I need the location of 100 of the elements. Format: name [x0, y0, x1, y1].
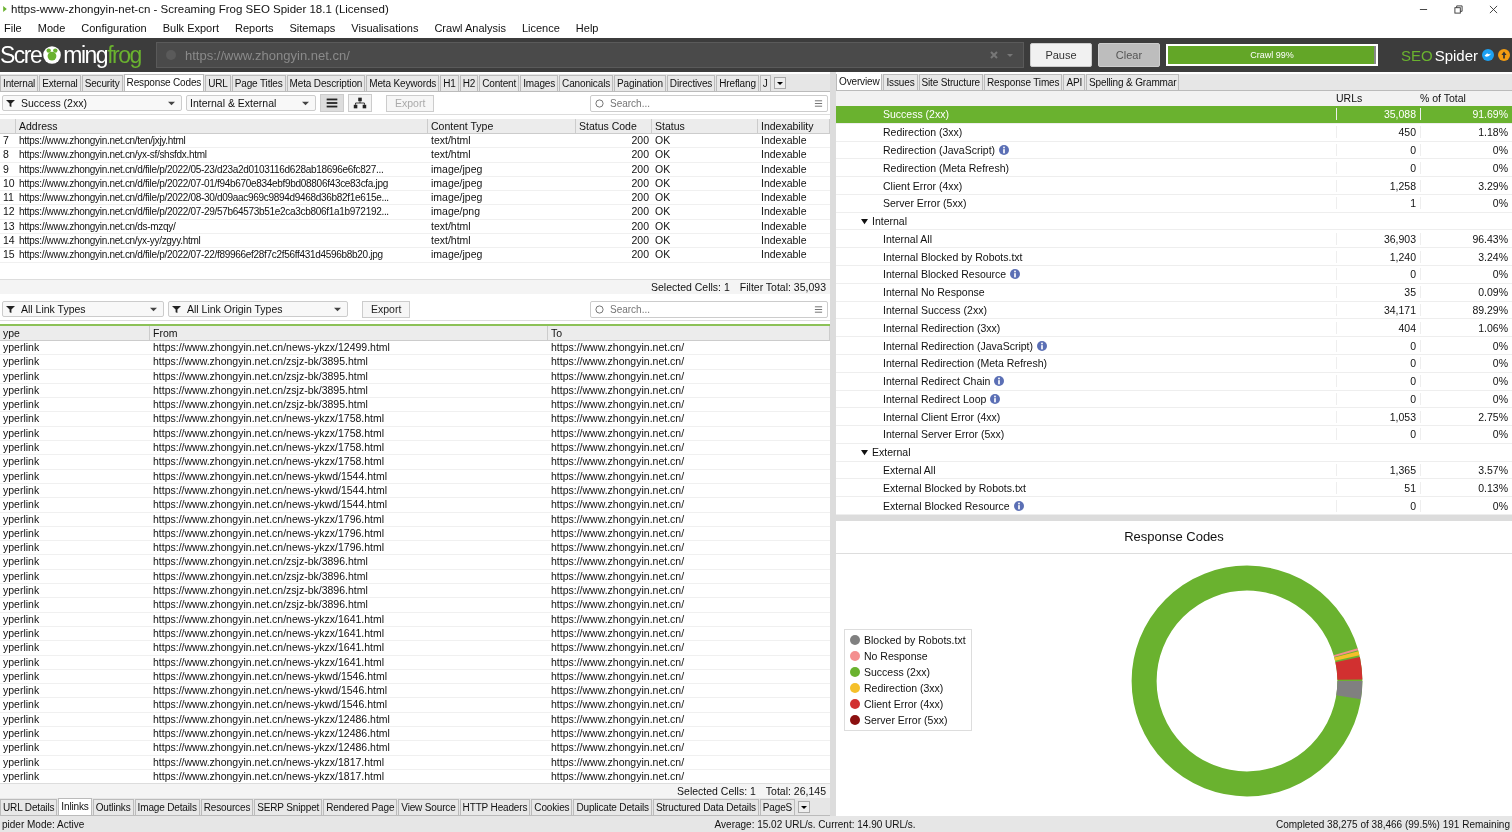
overview-label[interactable]: Internal Blocked Resource [883, 268, 1007, 281]
upload-icon[interactable] [1498, 49, 1510, 61]
overview-label[interactable]: Server Error (5xx) [883, 197, 967, 210]
column-header[interactable]: Status [652, 119, 758, 133]
overview-label[interactable]: External Blocked by Robots.txt [883, 481, 1026, 494]
column-header[interactable]: Address [16, 119, 428, 133]
column-header[interactable]: Content Type [428, 119, 576, 133]
tab[interactable]: Response Codes [123, 74, 205, 91]
menu-item[interactable]: Reports [234, 22, 274, 34]
info-icon[interactable] [990, 393, 1001, 404]
column-header[interactable]: To [548, 326, 830, 340]
overview-label[interactable]: External [872, 446, 911, 459]
tab[interactable]: HTTP Headers [459, 799, 531, 815]
filter-dropdown[interactable]: All Link Origin Types [168, 301, 348, 317]
overview-label[interactable]: Internal Redirect Loop [883, 392, 987, 405]
overview-label[interactable]: Internal Client Error (4xx) [883, 410, 1001, 423]
tab[interactable]: SERP Snippet [254, 799, 323, 815]
tab[interactable]: Site Structure [918, 74, 983, 90]
expand-icon[interactable] [861, 448, 868, 456]
overview-label[interactable]: Internal Success (2xx) [883, 304, 987, 316]
tab[interactable]: Images [520, 75, 559, 91]
overview-label[interactable]: Redirection (Meta Refresh) [883, 161, 1010, 174]
tab[interactable]: J [759, 75, 771, 91]
tab[interactable]: Pagination [614, 75, 666, 91]
tab[interactable]: External [39, 75, 81, 91]
tab[interactable]: Meta Keywords [366, 75, 440, 91]
tab[interactable]: H1 [440, 75, 459, 91]
settings-icon[interactable] [814, 98, 823, 108]
tab[interactable]: H2 [459, 75, 479, 91]
overview-label[interactable]: Redirection (JavaScript) [883, 143, 996, 156]
tab[interactable]: Inlinks [58, 798, 92, 815]
menu-item[interactable]: File [4, 22, 22, 34]
tab[interactable]: Cookies [531, 799, 573, 815]
tab[interactable]: PageS [759, 799, 796, 815]
menu-item[interactable]: Visualisations [351, 22, 419, 34]
tab[interactable]: URL Details [0, 799, 58, 815]
info-icon[interactable] [999, 144, 1010, 155]
column-header[interactable]: From [150, 326, 548, 340]
tab[interactable]: Directives [666, 75, 716, 91]
overview-label[interactable]: External Blocked Resource [883, 499, 1010, 512]
expand-icon[interactable] [861, 217, 868, 225]
tree-view-icon[interactable] [348, 94, 372, 112]
column-header[interactable]: Indexability [758, 119, 830, 133]
tab[interactable]: Image Details [134, 799, 200, 815]
overview-label[interactable]: Redirection (3xx) [883, 126, 963, 139]
overview-label[interactable]: Internal Blocked by Robots.txt [883, 250, 1023, 263]
tab[interactable]: Rendered Page [323, 799, 398, 815]
tab[interactable]: Spelling & Grammar [1086, 74, 1180, 90]
overview-label[interactable]: Internal Redirect Chain [883, 375, 991, 388]
search-field[interactable]: Search... [590, 94, 828, 112]
overview-label[interactable]: External All [883, 464, 936, 476]
info-icon[interactable] [1037, 340, 1047, 351]
menu-item[interactable]: Crawl Analysis [434, 22, 506, 34]
tab[interactable]: URL [205, 75, 231, 91]
column-header[interactable]: URLs [1336, 91, 1420, 106]
info-icon[interactable] [994, 376, 1005, 387]
menu-item[interactable]: Sitemaps [289, 22, 336, 34]
overview-label[interactable]: Internal [872, 215, 908, 228]
tab[interactable]: Response Times [984, 74, 1063, 90]
filter-dropdown[interactable]: All Link Types [2, 301, 164, 317]
menu-item[interactable]: Configuration [81, 22, 147, 34]
overview-label[interactable]: Client Error (4xx) [883, 179, 963, 192]
tab[interactable]: Issues [883, 74, 918, 90]
close-icon[interactable] [1489, 4, 1498, 14]
url-field[interactable]: https://www.zhongyin.net.cn/ [156, 42, 1024, 68]
overview-label[interactable]: Internal Server Error (5xx) [883, 428, 1005, 441]
tab[interactable]: Internal [0, 75, 39, 91]
tab[interactable]: View Source [398, 799, 459, 815]
settings-icon[interactable] [814, 304, 823, 314]
dropdown-icon[interactable] [773, 77, 786, 89]
tab[interactable]: Structured Data Details [652, 799, 759, 815]
menu-item[interactable]: Licence [521, 22, 560, 34]
tab[interactable]: Hreflang [716, 75, 759, 91]
overview-label[interactable]: Internal No Response [883, 286, 985, 299]
tab[interactable]: Overview [836, 74, 883, 90]
tab[interactable]: Meta Description [286, 75, 366, 91]
tab[interactable]: API [1063, 74, 1086, 90]
scope-dropdown[interactable]: Internal & External [186, 95, 316, 111]
list-view-icon[interactable] [320, 94, 344, 112]
tab[interactable]: Duplicate Details [573, 799, 652, 815]
overview-label[interactable]: Internal Redirection (3xx) [883, 321, 1001, 334]
bird-icon[interactable] [1482, 49, 1494, 61]
column-header[interactable]: ype [0, 326, 150, 340]
info-icon[interactable] [1013, 500, 1024, 511]
url-input[interactable]: https://www.zhongyin.net.cn/ [183, 46, 983, 64]
column-header[interactable]: Status Code [576, 119, 652, 133]
info-icon[interactable] [1010, 269, 1021, 280]
tab[interactable]: Page Titles [231, 75, 286, 91]
menu-item[interactable]: Help [575, 22, 599, 34]
tab[interactable]: Security [81, 75, 123, 91]
export-button[interactable]: Export [362, 300, 411, 318]
restore-icon[interactable] [1454, 4, 1463, 14]
search-field[interactable]: Search... [590, 300, 828, 318]
tab[interactable]: Canonicals [559, 75, 614, 91]
toolbar-button[interactable]: Pause [1030, 43, 1092, 67]
column-header[interactable]: % of Total [1420, 91, 1512, 106]
overview-label[interactable]: Internal Redirection (JavaScript) [883, 339, 1033, 352]
overview-label[interactable]: Internal All [883, 232, 933, 245]
menu-item[interactable]: Mode [37, 22, 66, 34]
filter-dropdown[interactable]: Success (2xx) [2, 95, 182, 111]
